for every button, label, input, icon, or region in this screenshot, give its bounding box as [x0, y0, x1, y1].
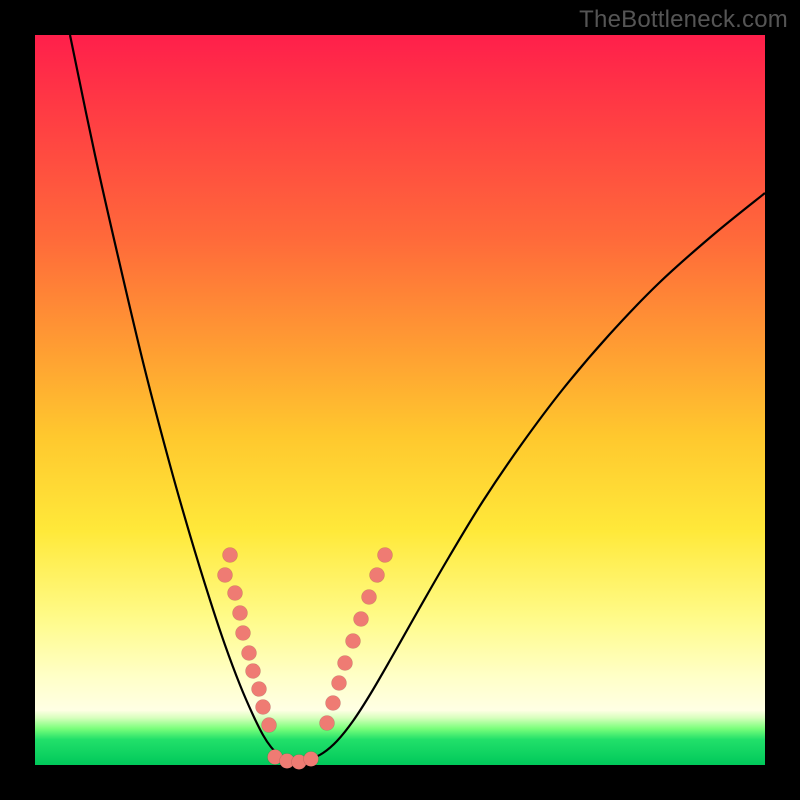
- data-dot: [338, 656, 353, 671]
- curve-right-branch: [297, 193, 765, 761]
- data-dot: [332, 676, 347, 691]
- data-dot: [246, 664, 261, 679]
- data-dot: [346, 634, 361, 649]
- data-dot: [256, 700, 271, 715]
- data-dot: [228, 586, 243, 601]
- data-dot: [320, 716, 335, 731]
- data-dot: [223, 548, 238, 563]
- data-dot: [326, 696, 341, 711]
- data-dot: [370, 568, 385, 583]
- data-dot: [262, 718, 277, 733]
- plot-area: [35, 35, 765, 765]
- data-dot: [354, 612, 369, 627]
- data-dot: [362, 590, 377, 605]
- data-dot: [252, 682, 267, 697]
- data-dot: [233, 606, 248, 621]
- data-dots-right: [320, 548, 393, 731]
- data-dot: [218, 568, 233, 583]
- curve-left-branch: [70, 35, 297, 761]
- watermark-text: TheBottleneck.com: [579, 6, 788, 34]
- data-dot: [304, 752, 319, 767]
- data-dot: [242, 646, 257, 661]
- data-dots-bottom: [268, 750, 319, 770]
- data-dot: [236, 626, 251, 641]
- data-dot: [378, 548, 393, 563]
- data-dots-left: [218, 548, 277, 733]
- chart-frame: TheBottleneck.com: [0, 0, 800, 800]
- bottleneck-curve: [35, 35, 765, 765]
